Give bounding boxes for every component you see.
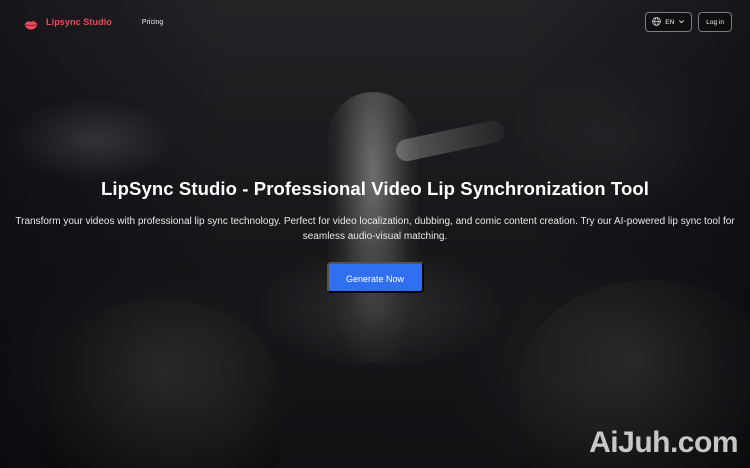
hero-description: Transform your videos with professional …: [15, 216, 735, 242]
generate-now-button[interactable]: Generate Now: [326, 262, 424, 293]
globe-icon: [652, 16, 661, 28]
watermark: AiJuh.com: [589, 426, 738, 459]
site-header: Lipsync Studio Pricing EN Log in: [0, 0, 750, 44]
login-button[interactable]: Log in: [698, 12, 732, 32]
language-selector[interactable]: EN: [645, 12, 693, 32]
language-selected-label: EN: [665, 18, 675, 26]
hero-section: LipSync Studio - Professional Video Lip …: [0, 178, 750, 293]
brand-logo-link[interactable]: Lipsync Studio: [24, 17, 112, 30]
brand-name: Lipsync Studio: [46, 17, 112, 27]
hero-title: LipSync Studio - Professional Video Lip …: [100, 178, 650, 199]
nav-pricing-link[interactable]: Pricing: [142, 19, 163, 26]
lips-icon: [24, 17, 38, 30]
chevron-down-icon: [678, 18, 685, 27]
